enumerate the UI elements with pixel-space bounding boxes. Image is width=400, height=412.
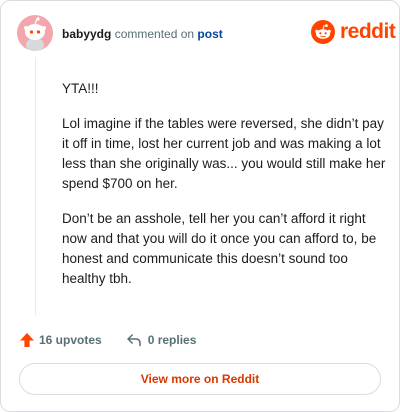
reply-count: 0 replies xyxy=(147,333,197,347)
brand-wordmark: reddit xyxy=(340,20,396,43)
comment-paragraph: Lol imagine if the tables were reversed,… xyxy=(62,116,386,191)
comment-actions: 16 upvotes 0 replies xyxy=(19,332,196,348)
post-link[interactable]: post xyxy=(197,27,222,41)
upvote-count: 16 upvotes xyxy=(39,333,102,347)
snoo-avatar-icon xyxy=(24,17,46,51)
reddit-logo-icon xyxy=(311,20,335,44)
comment-paragraph: YTA!!! xyxy=(62,81,99,96)
comment-header: babyydg commented on post xyxy=(62,27,223,41)
upvote-arrow-icon xyxy=(20,333,34,347)
username-link[interactable]: babyydg xyxy=(62,27,111,41)
reply-icon xyxy=(126,334,141,347)
replies-button[interactable]: 0 replies xyxy=(126,332,197,348)
upvote-button[interactable]: 16 upvotes xyxy=(19,332,102,348)
action-text: commented on xyxy=(114,27,195,41)
embedded-comment-card: babyydg commented on post reddit YTA!!! … xyxy=(0,0,400,412)
comment-paragraph: Don’t be an asshole, tell her you can’t … xyxy=(62,211,377,286)
comment-body: YTA!!! Lol imagine if the tables were re… xyxy=(62,79,386,304)
thread-line xyxy=(35,57,36,315)
user-avatar[interactable] xyxy=(17,15,53,51)
view-more-button[interactable]: View more on Reddit xyxy=(19,363,381,395)
reddit-brand[interactable]: reddit xyxy=(311,20,396,44)
